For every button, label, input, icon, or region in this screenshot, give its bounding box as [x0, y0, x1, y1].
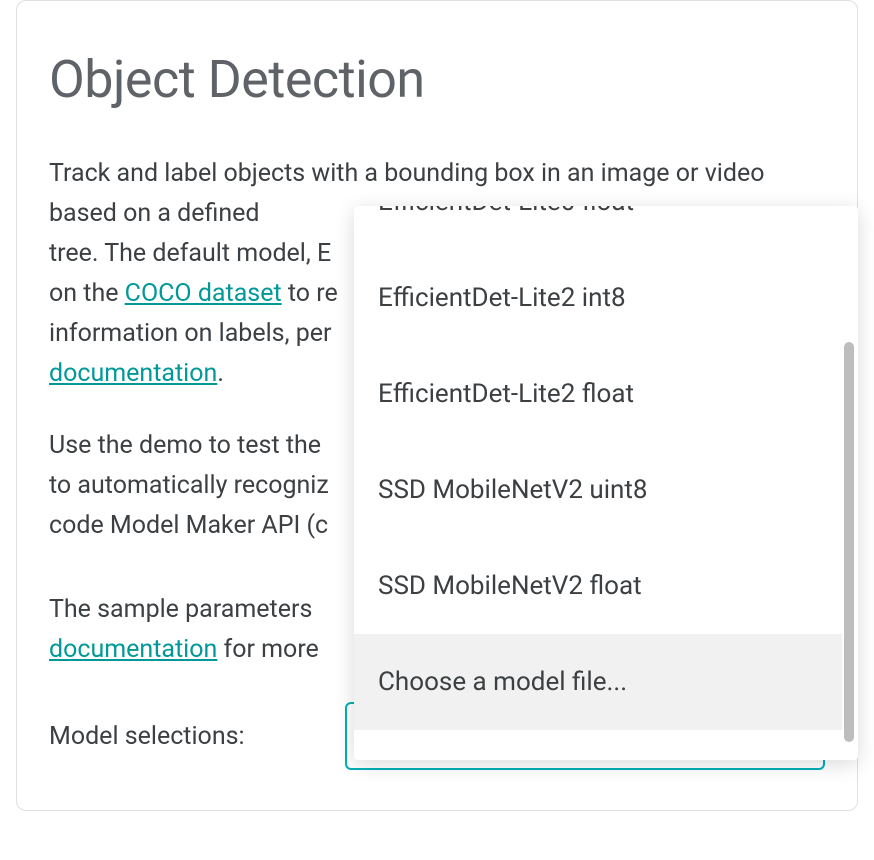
documentation-link-2[interactable]: documentation [49, 635, 217, 664]
text-fragment: . [217, 359, 224, 388]
model-option[interactable]: EfficientDet-Lite2 int8 [354, 250, 842, 346]
model-option[interactable]: EfficientDet-Lite2 float [354, 346, 842, 442]
model-option[interactable]: EfficientDet-Lite0 float [354, 206, 842, 250]
model-selection-label: Model selections: [49, 722, 345, 751]
text-fragment: for more [217, 635, 319, 664]
text-fragment: Use the demo to test the [49, 431, 321, 460]
text-fragment: to automatically recogniz [49, 471, 329, 500]
model-option-label: EfficientDet-Lite2 int8 [378, 283, 626, 313]
documentation-link[interactable]: documentation [49, 359, 217, 388]
text-fragment: information on labels, per [49, 319, 331, 348]
model-option[interactable]: SSD MobileNetV2 float [354, 538, 842, 634]
model-option[interactable]: Choose a model file... [354, 634, 842, 730]
model-option-label: Choose a model file... [378, 667, 627, 697]
model-option-label: SSD MobileNetV2 uint8 [378, 475, 648, 505]
scrollbar-thumb[interactable] [844, 342, 854, 742]
text-fragment: tree. The default model, E [49, 239, 331, 268]
page-title: Object Detection [49, 49, 825, 110]
coco-dataset-link[interactable]: COCO dataset [125, 279, 282, 308]
text-fragment: on the [49, 279, 125, 308]
text-fragment: The sample parameters [49, 595, 312, 624]
text-fragment: to re [282, 279, 338, 308]
model-dropdown-list: EfficientDet-Lite0 float EfficientDet-Lit… [354, 206, 842, 760]
model-option[interactable]: SSD MobileNetV2 uint8 [354, 442, 842, 538]
model-option-label: EfficientDet-Lite0 float [378, 206, 634, 217]
model-dropdown-panel: EfficientDet-Lite0 float EfficientDet-Lit… [354, 206, 858, 760]
model-option-label: SSD MobileNetV2 float [378, 571, 642, 601]
model-option-label: EfficientDet-Lite2 float [378, 379, 634, 409]
text-fragment: code Model Maker API (c [49, 511, 328, 540]
